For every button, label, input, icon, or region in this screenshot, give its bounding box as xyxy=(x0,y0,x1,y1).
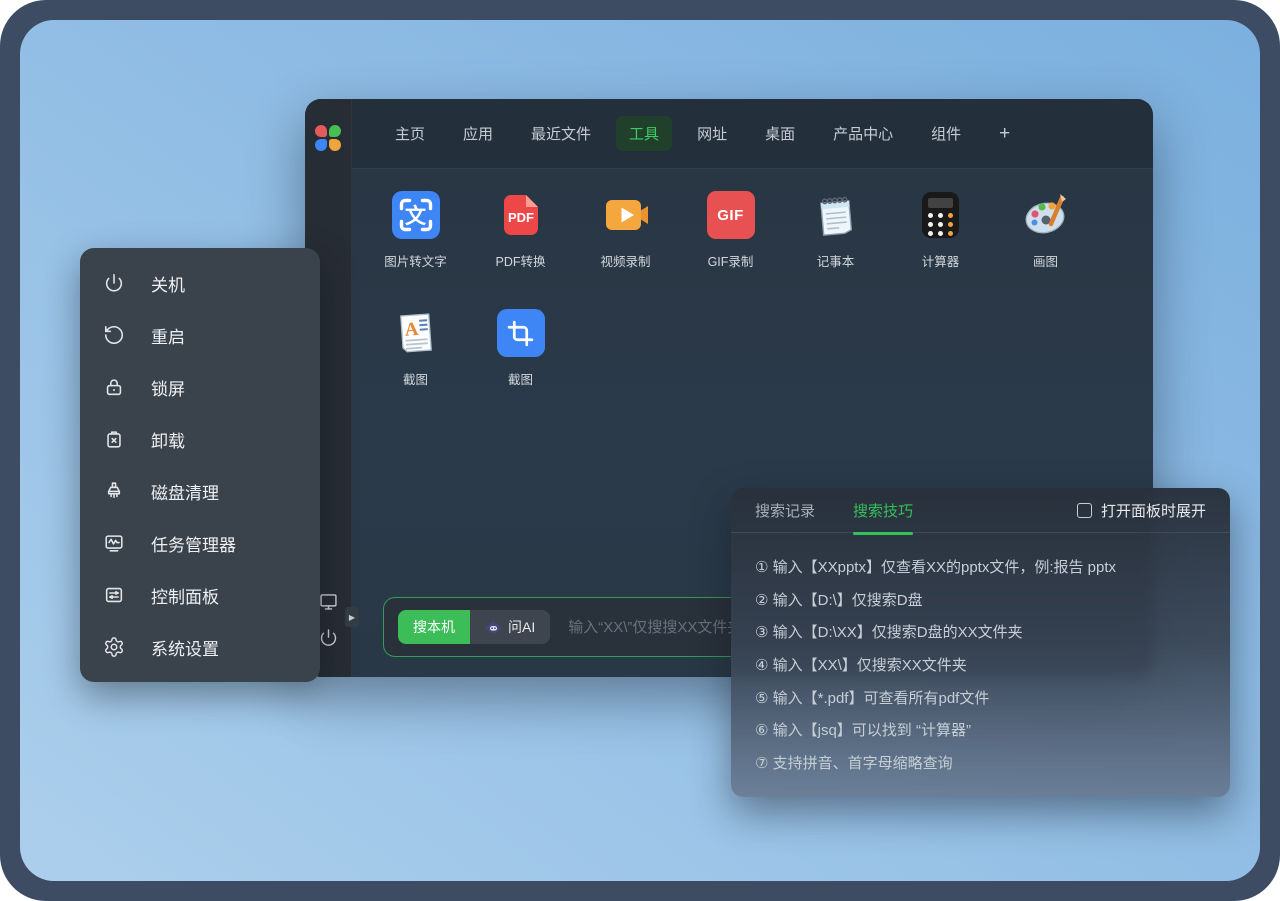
menu-item-label: 重启 xyxy=(151,323,185,348)
gear-icon xyxy=(103,636,125,658)
app-logo-icon[interactable] xyxy=(315,125,342,152)
power-icon xyxy=(103,272,125,294)
calculator-icon xyxy=(917,191,965,239)
tool-label: 截图 xyxy=(403,369,428,388)
tool-item-pdf[interactable]: PDF PDF转换 xyxy=(468,191,573,270)
tab-desktop[interactable]: 桌面 xyxy=(765,123,795,144)
task-manager-icon xyxy=(103,532,125,554)
power-icon[interactable] xyxy=(318,627,339,648)
tab-home[interactable]: 主页 xyxy=(395,123,425,144)
tip-item: ② 输入【D:\】仅搜索D盘 xyxy=(755,583,1206,616)
desktop: ▶ 主页 应用 最近文件 工具 网址 桌面 产品中心 组件 + xyxy=(20,20,1260,881)
ask-ai-button[interactable]: 问AI xyxy=(470,610,550,644)
tool-item-calculator[interactable]: 计算器 xyxy=(888,191,993,270)
logo-petal-red xyxy=(315,125,327,137)
tip-item: ③ 输入【D:\XX】仅搜索D盘的XX文件夹 xyxy=(755,615,1206,648)
tab-apps[interactable]: 应用 xyxy=(463,123,493,144)
tip-item: ⑤ 输入【*.pdf】可查看所有pdf文件 xyxy=(755,681,1206,714)
tool-item-video-record[interactable]: 视频录制 xyxy=(573,191,678,270)
logo-petal-orange xyxy=(329,139,341,151)
crop-icon xyxy=(497,309,545,357)
menu-item-label: 系统设置 xyxy=(151,635,219,660)
restart-icon xyxy=(103,324,125,346)
tip-item: ④ 输入【XX\】仅搜索XX文件夹 xyxy=(755,648,1206,681)
expand-on-open-checkbox[interactable] xyxy=(1077,503,1092,518)
tips-list: ① 输入【XXpptx】仅查看XX的pptx文件，例:报告 pptx ② 输入【… xyxy=(731,533,1230,779)
tab-widgets[interactable]: 组件 xyxy=(931,123,961,144)
screen-frame: ▶ 主页 应用 最近文件 工具 网址 桌面 产品中心 组件 + xyxy=(0,0,1280,901)
tool-label: 记事本 xyxy=(817,251,855,270)
menu-item-disk-cleanup[interactable]: 磁盘清理 xyxy=(80,465,320,517)
menu-item-task-manager[interactable]: 任务管理器 xyxy=(80,517,320,569)
tab-tools[interactable]: 工具 xyxy=(616,116,672,151)
search-tips-panel: 搜索记录 搜索技巧 打开面板时展开 ① 输入【XXpptx】仅查看XX的pptx… xyxy=(731,488,1230,797)
video-record-icon xyxy=(602,191,650,239)
tool-label: GIF录制 xyxy=(708,251,754,270)
disk-cleanup-icon xyxy=(103,480,125,502)
display-icon[interactable] xyxy=(318,591,339,612)
calculator-screen xyxy=(928,198,953,208)
search-local-button[interactable]: 搜本机 xyxy=(398,610,470,644)
menu-item-label: 卸载 xyxy=(151,427,185,452)
tool-label: 视频录制 xyxy=(600,251,650,270)
add-tab-button[interactable]: + xyxy=(999,123,1010,145)
search-mode-toggle: 搜本机 问AI xyxy=(398,610,550,644)
menu-item-restart[interactable]: 重启 xyxy=(80,309,320,361)
tab-urls[interactable]: 网址 xyxy=(697,123,727,144)
tab-product-center[interactable]: 产品中心 xyxy=(833,123,893,144)
menu-item-label: 关机 xyxy=(151,271,185,296)
tool-label: 画图 xyxy=(1033,251,1058,270)
menu-item-label: 锁屏 xyxy=(151,375,185,400)
tool-item-ocr[interactable]: 文 图片转文字 xyxy=(363,191,468,270)
logo-petal-blue xyxy=(315,139,327,151)
tool-item-screenshot-doc[interactable]: A 截图 xyxy=(363,309,468,388)
uninstall-icon xyxy=(103,428,125,450)
tools-grid: 文 图片转文字 PDF PDF转换 xyxy=(363,191,1098,388)
power-menu: 关机 重启 锁屏 卸载 xyxy=(80,248,320,682)
expand-on-open-label: 打开面板时展开 xyxy=(1101,500,1206,521)
svg-text:PDF: PDF xyxy=(508,210,534,225)
menu-item-label: 任务管理器 xyxy=(151,531,236,556)
tool-item-gif-record[interactable]: GIF GIF录制 xyxy=(678,191,783,270)
menu-item-control-panel[interactable]: 控制面板 xyxy=(80,569,320,621)
pdf-icon: PDF xyxy=(497,191,545,239)
menu-item-shutdown[interactable]: 关机 xyxy=(80,257,320,309)
tab-search-tips[interactable]: 搜索技巧 xyxy=(853,500,913,521)
gif-icon: GIF xyxy=(707,191,755,239)
tab-recent-files[interactable]: 最近文件 xyxy=(531,123,591,144)
ocr-icon: 文 xyxy=(392,191,440,239)
tool-label: 计算器 xyxy=(922,251,960,270)
logo-petal-green xyxy=(329,125,341,137)
menu-item-label: 磁盘清理 xyxy=(151,479,219,504)
menu-item-uninstall[interactable]: 卸载 xyxy=(80,413,320,465)
paint-icon xyxy=(1022,191,1070,239)
tool-item-paint[interactable]: 画图 xyxy=(993,191,1098,270)
tip-item: ⑥ 输入【jsq】可以找到 “计算器” xyxy=(755,713,1206,746)
tool-item-screenshot-crop[interactable]: 截图 xyxy=(468,309,573,388)
tip-item: ① 输入【XXpptx】仅查看XX的pptx文件，例:报告 pptx xyxy=(755,550,1206,583)
tab-search-history[interactable]: 搜索记录 xyxy=(755,500,815,521)
ask-ai-label: 问AI xyxy=(508,617,535,637)
menu-item-label: 控制面板 xyxy=(151,583,219,608)
wordpad-icon: A xyxy=(392,309,440,357)
tool-label: 图片转文字 xyxy=(384,251,447,270)
control-panel-icon xyxy=(103,584,125,606)
tool-label: PDF转换 xyxy=(495,251,545,270)
lock-icon xyxy=(103,376,125,398)
gif-glyph: GIF xyxy=(717,207,744,224)
calculator-body xyxy=(922,192,959,238)
robot-icon xyxy=(485,619,502,636)
tip-item: ⑦ 支持拼音、首字母缩略查询 xyxy=(755,746,1206,779)
tips-panel-header: 搜索记录 搜索技巧 打开面板时展开 xyxy=(731,488,1230,533)
tool-label: 截图 xyxy=(508,369,533,388)
notepad-icon xyxy=(812,191,860,239)
calculator-keys xyxy=(928,213,953,236)
tool-item-notepad[interactable]: 记事本 xyxy=(783,191,888,270)
expand-handle[interactable]: ▶ xyxy=(345,607,359,627)
menu-item-system-settings[interactable]: 系统设置 xyxy=(80,621,320,673)
menu-item-lock-screen[interactable]: 锁屏 xyxy=(80,361,320,413)
tab-bar: 主页 应用 最近文件 工具 网址 桌面 产品中心 组件 + xyxy=(352,99,1153,169)
svg-text:A: A xyxy=(404,319,419,341)
